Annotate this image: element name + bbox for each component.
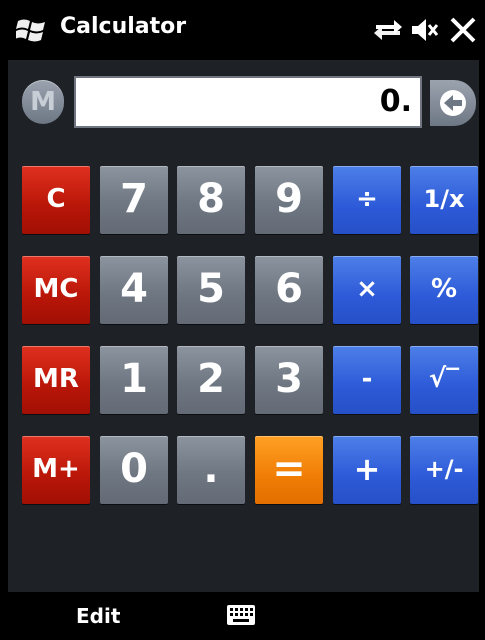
negate-button[interactable]: +/- (410, 436, 478, 504)
square-root-button[interactable]: √‾ (410, 346, 478, 414)
digit-4-button[interactable]: 4 (100, 256, 168, 324)
subtract-button[interactable]: - (333, 346, 401, 414)
digit-0-button[interactable]: 0 (100, 436, 168, 504)
digit-5-button[interactable]: 5 (177, 256, 245, 324)
reciprocal-button[interactable]: 1/x (410, 166, 478, 234)
windows-start-icon[interactable] (16, 16, 48, 44)
clear-button[interactable]: C (22, 166, 90, 234)
digit-8-button[interactable]: 8 (177, 166, 245, 234)
memory-indicator: M (22, 80, 64, 124)
close-icon[interactable] (448, 16, 478, 44)
add-button[interactable]: + (333, 436, 401, 504)
divide-button[interactable]: ÷ (333, 166, 401, 234)
memory-clear-button[interactable]: MC (22, 256, 90, 324)
equals-button[interactable]: = (255, 436, 323, 504)
percent-button[interactable]: % (410, 256, 478, 324)
volume-muted-icon[interactable] (410, 16, 440, 44)
backspace-button[interactable] (430, 80, 476, 126)
title-bar: Calculator (0, 0, 485, 60)
memory-recall-button[interactable]: MR (22, 346, 90, 414)
decimal-point-button[interactable]: . (177, 436, 245, 504)
digit-1-button[interactable]: 1 (100, 346, 168, 414)
connectivity-icon[interactable] (372, 16, 404, 44)
multiply-button[interactable]: × (333, 256, 401, 324)
digit-9-button[interactable]: 9 (255, 166, 323, 234)
edit-softkey[interactable]: Edit (76, 604, 120, 628)
digit-3-button[interactable]: 3 (255, 346, 323, 414)
app-title: Calculator (60, 14, 187, 39)
keyboard-icon[interactable] (226, 604, 256, 626)
digit-2-button[interactable]: 2 (177, 346, 245, 414)
digit-6-button[interactable]: 6 (255, 256, 323, 324)
back-arrow-icon (440, 90, 466, 116)
digit-7-button[interactable]: 7 (100, 166, 168, 234)
result-display: 0. (74, 76, 422, 128)
memory-add-button[interactable]: M+ (22, 436, 90, 504)
